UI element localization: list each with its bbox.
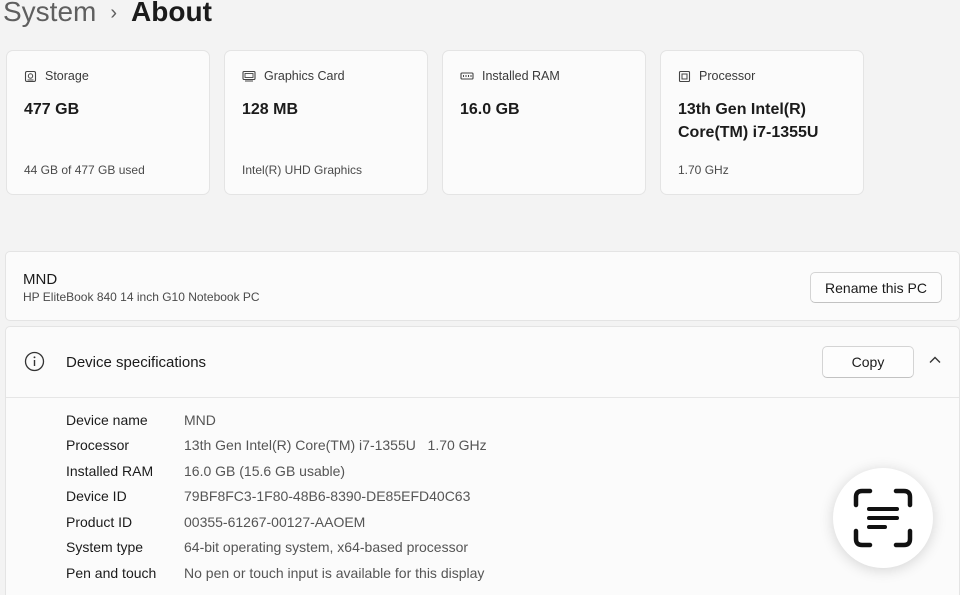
- spec-row-device-name: Device name MND: [66, 407, 487, 433]
- card-value: 477 GB: [24, 101, 80, 118]
- spec-label: Pen and touch: [66, 564, 157, 581]
- card-value: 13th Gen Intel(R) Core(TM) i7-1355U: [678, 101, 819, 141]
- spec-value: 16.0 GB (15.6 GB usable): [184, 462, 346, 479]
- chevron-up-icon[interactable]: [928, 355, 942, 365]
- card-subtext: 44 GB of 477 GB used: [24, 163, 145, 177]
- spec-value: 64-bit operating system, x64-based proce…: [184, 539, 469, 556]
- spec-label: Product ID: [66, 513, 133, 530]
- card-label: Installed RAM: [482, 69, 560, 83]
- card-subtext: Intel(R) UHD Graphics: [242, 163, 363, 177]
- card-processor: Processor 13th Gen Intel(R) Core(TM) i7-…: [660, 50, 864, 195]
- rename-pc-button[interactable]: Rename this PC: [810, 272, 942, 303]
- spec-label: Installed RAM: [66, 462, 154, 479]
- breadcrumb: System › About: [3, 0, 212, 30]
- spec-list: Device name MND Processor 13th Gen Intel…: [66, 407, 487, 586]
- card-graphics-card: Graphics Card 128 MB Intel(R) UHD Graphi…: [224, 50, 428, 195]
- spec-value: 00355-61267-00127-AAOEM: [184, 513, 366, 530]
- card-label: Graphics Card: [264, 69, 345, 83]
- spec-label: Device name: [66, 411, 148, 428]
- card-storage: Storage 477 GB 44 GB of 477 GB used: [6, 50, 210, 195]
- spec-label: Processor: [66, 437, 130, 454]
- page-title: About: [131, 0, 212, 27]
- spec-value: 79BF8FC3-1F80-48B6-8390-DE85EFD40C63: [184, 488, 471, 505]
- memory-icon: [460, 71, 474, 80]
- spec-value: MND: [184, 411, 216, 428]
- spec-label: Device ID: [66, 488, 127, 505]
- spec-label: System type: [66, 539, 144, 556]
- copy-button[interactable]: Copy: [822, 346, 914, 378]
- card-label: Storage: [45, 69, 89, 83]
- spec-row-system-type: System type 64-bit operating system, x64…: [66, 535, 487, 561]
- storage-icon: [24, 70, 37, 82]
- spec-row-installed-ram: Installed RAM 16.0 GB (15.6 GB usable): [66, 458, 487, 484]
- spec-value: No pen or touch input is available for t…: [184, 564, 485, 581]
- text-scan-button[interactable]: [833, 468, 933, 568]
- spec-value: 13th Gen Intel(R) Core(TM) i7-1355U 1.70…: [184, 437, 487, 454]
- section-title: Device specifications: [66, 354, 207, 371]
- spec-row-product-id: Product ID 00355-61267-00127-AAOEM: [66, 509, 487, 535]
- pc-name-panel: MND HP EliteBook 840 14 inch G10 Noteboo…: [5, 251, 960, 321]
- graphics-card-icon: [242, 70, 256, 82]
- card-label: Processor: [699, 69, 756, 83]
- spec-row-device-id: Device ID 79BF8FC3-1F80-48B6-8390-DE85EF…: [66, 484, 487, 510]
- card-subtext: 1.70 GHz: [678, 163, 729, 177]
- breadcrumb-parent-system[interactable]: System: [3, 0, 96, 28]
- hardware-summary-cards: Storage 477 GB 44 GB of 477 GB used Grap…: [6, 50, 864, 195]
- card-installed-ram: Installed RAM 16.0 GB: [442, 50, 646, 195]
- device-specifications-header[interactable]: Device specifications Copy: [6, 327, 959, 398]
- pc-name: MND: [23, 271, 58, 288]
- info-icon: [24, 351, 45, 372]
- device-specifications-panel: Device specifications Copy Device name M…: [5, 326, 960, 595]
- pc-model: HP EliteBook 840 14 inch G10 Notebook PC: [23, 290, 260, 304]
- processor-icon: [678, 70, 691, 82]
- chevron-right-icon: ›: [110, 1, 118, 24]
- scan-text-icon: [853, 488, 913, 548]
- spec-row-pen-and-touch: Pen and touch No pen or touch input is a…: [66, 560, 487, 586]
- card-value: 128 MB: [242, 101, 299, 118]
- spec-row-processor: Processor 13th Gen Intel(R) Core(TM) i7-…: [66, 433, 487, 459]
- card-value: 16.0 GB: [460, 101, 520, 118]
